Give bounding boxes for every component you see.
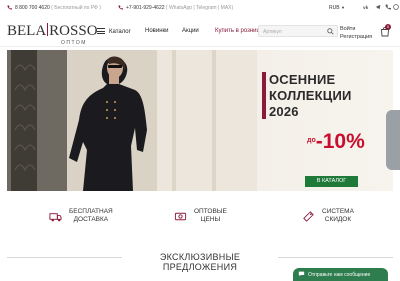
feature-line1: СИСТЕМА <box>322 208 354 215</box>
feature-line2: ДОСТАВКА <box>73 216 109 223</box>
register-link[interactable]: Регистрация <box>340 33 372 41</box>
feature-line2: СКИДОК <box>324 216 352 223</box>
logo[interactable]: BELA ROSSO <box>7 23 98 40</box>
auth-links: Войти Регистрация <box>340 25 372 41</box>
logo-part2: ROSSO <box>49 23 98 39</box>
free-phone-number: 8 800 700 4620 <box>15 5 50 11</box>
section-divider <box>7 257 122 258</box>
banner-title-line1: ОСЕННИЕ <box>269 72 336 87</box>
messenger-phone[interactable]: +7-901-929-4622 ( WhatsApp | Telegram | … <box>118 5 233 11</box>
catalog-button[interactable]: Каталог <box>97 28 131 35</box>
whatsapp-icon[interactable] <box>393 4 399 10</box>
messenger-phone-number: +7-901-929-4622 <box>126 5 165 11</box>
nav-sales[interactable]: Акции <box>182 28 199 34</box>
login-link[interactable]: Войти <box>340 25 372 33</box>
feature-line2: ЦЕНЫ <box>200 216 221 223</box>
feature-text: БЕСПЛАТНАЯ ДОСТАВКА <box>69 208 113 224</box>
header-divider <box>0 46 400 47</box>
vk-icon[interactable]: vk <box>363 4 369 10</box>
free-phone[interactable]: 8 800 700 4620 ( Бесплатный по РФ ) <box>7 5 101 11</box>
search-box <box>258 25 338 37</box>
hero-banner[interactable]: ОСЕННИЕ КОЛЛЕКЦИИ 2026 до-10% В КАТАЛОГ <box>7 50 393 191</box>
truck-icon <box>49 213 62 222</box>
free-phone-note: ( Бесплатный по РФ ) <box>51 5 101 11</box>
currency-selector[interactable]: RUB ▼ <box>329 5 345 11</box>
svg-text:vk: vk <box>363 5 369 10</box>
discount-icon <box>303 211 314 222</box>
phone-icon <box>118 5 123 10</box>
catalog-label: Каталог <box>109 29 131 35</box>
to-catalog-button[interactable]: В КАТАЛОГ <box>305 176 358 187</box>
telegram-icon[interactable] <box>375 4 381 10</box>
search-input[interactable] <box>263 27 323 36</box>
currency-value: RUB <box>329 5 340 11</box>
banner-title-line3: 2026 <box>269 104 299 119</box>
section-divider <box>278 257 393 258</box>
side-widget-tab[interactable] <box>386 110 400 170</box>
nav-new[interactable]: Новинки <box>145 28 169 34</box>
top-bar: 8 800 700 4620 ( Бесплатный по РФ ) +7-9… <box>0 0 400 15</box>
feature-line1: БЕСПЛАТНАЯ <box>69 208 113 215</box>
header: BELA ROSSO ОПТОМ Каталог Новинки Акции Ку… <box>0 15 400 50</box>
retail-link[interactable]: Купить в розницу <box>215 28 263 34</box>
banner-title-line2: КОЛЛЕКЦИИ <box>269 88 352 103</box>
page: 8 800 700 4620 ( Бесплатный по РФ ) +7-9… <box>0 0 400 281</box>
exclusive-offers-heading: ЭКСКЛЮЗИВНЫЕ ПРЕДЛОЖЕНИЯ <box>159 252 241 272</box>
messenger-phone-note: ( WhatsApp | Telegram | MAX) <box>165 5 234 11</box>
discount-value: -10% <box>315 130 365 153</box>
banner-title: ОСЕННИЕ КОЛЛЕКЦИИ 2026 <box>269 72 352 120</box>
menu-icon <box>97 28 105 34</box>
feature-text: СИСТЕМА СКИДОК <box>322 208 354 224</box>
chat-widget[interactable]: Отправьте нам сообщение <box>293 268 388 281</box>
banner-accent-bar <box>262 72 266 119</box>
chat-icon <box>298 271 305 277</box>
feature-line1: ОПТОВЫЕ <box>194 208 227 215</box>
features-row: БЕСПЛАТНАЯ ДОСТАВКА ОПТОВЫЕ ЦЕНЫ СИСТЕМА СК… <box>0 205 400 233</box>
discount-label: до-10% <box>307 130 365 154</box>
price-tag-icon <box>174 212 187 221</box>
chevron-down-icon: ▼ <box>340 5 345 10</box>
hero-photo <box>7 50 257 191</box>
chat-label: Отправьте нам сообщение <box>308 272 371 278</box>
logo-part1: BELA <box>7 23 47 39</box>
discount-prefix: до <box>307 137 316 144</box>
cart-count-badge: 0 <box>385 24 391 30</box>
feature-text: ОПТОВЫЕ ЦЕНЫ <box>194 208 227 224</box>
phone-icon <box>7 5 12 10</box>
search-icon[interactable] <box>327 28 334 35</box>
phone-icon[interactable] <box>385 4 391 10</box>
